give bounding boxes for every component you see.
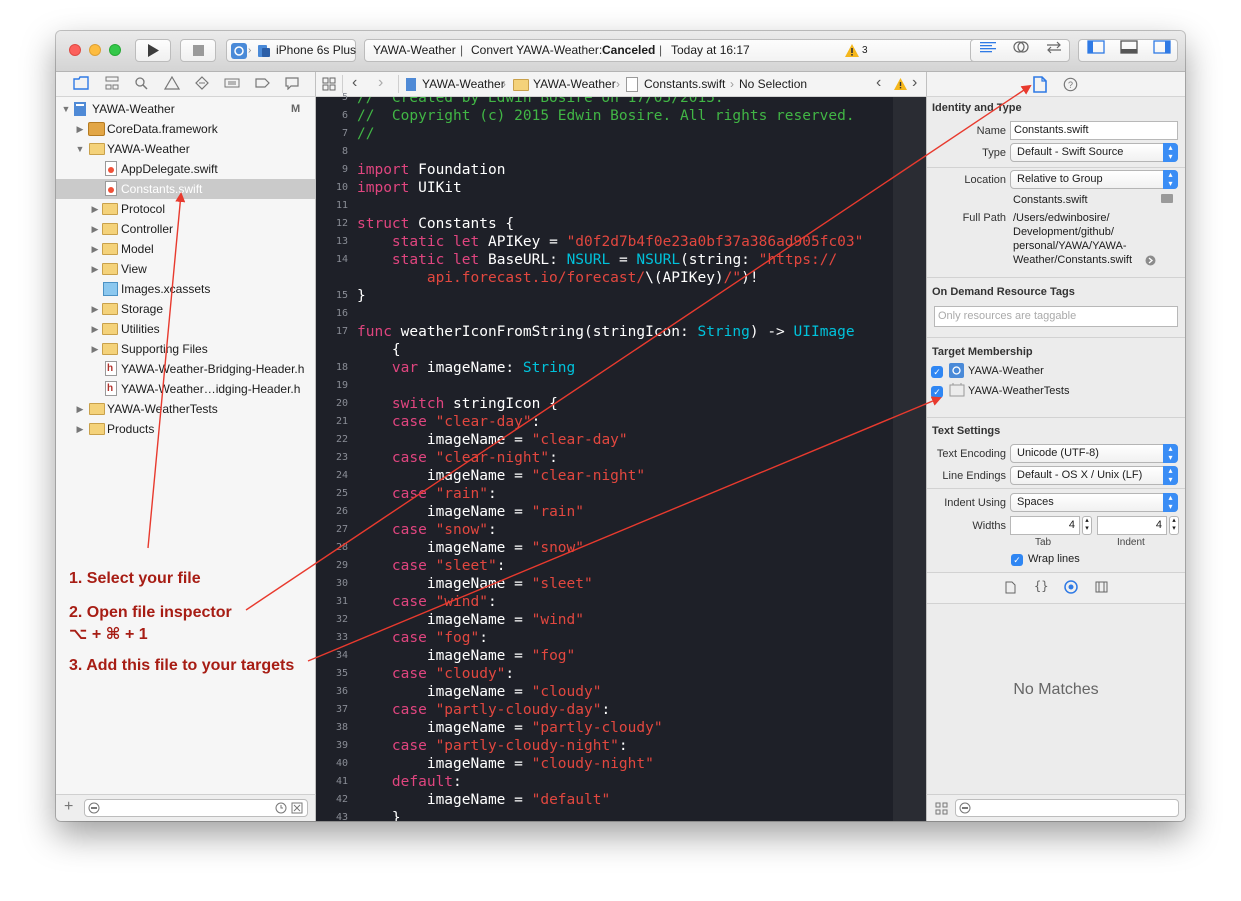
arrow-to-file-inspector — [245, 84, 1032, 611]
arrow-to-file — [147, 192, 186, 549]
annotation-arrows — [147, 84, 1032, 662]
arrow-to-target-checkbox — [307, 396, 942, 662]
